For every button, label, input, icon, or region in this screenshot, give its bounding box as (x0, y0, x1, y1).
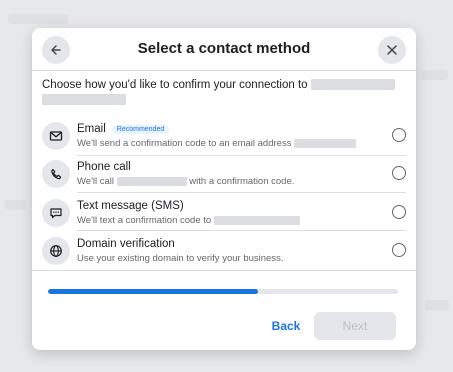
prompt-text: Choose how you'd like to confirm your co… (42, 79, 308, 91)
close-button[interactable] (378, 36, 406, 64)
footer-divider (32, 270, 416, 271)
close-icon (387, 45, 397, 55)
option-domain-verification[interactable]: Domain verification Use your existing do… (42, 235, 406, 273)
next-button[interactable]: Next (314, 312, 396, 340)
header-divider (32, 70, 416, 71)
option-description: We'll send a confirmation code to an ema… (77, 138, 357, 149)
option-title: Email Recommended (77, 123, 170, 135)
radio-phone-call[interactable] (392, 166, 406, 180)
background-placeholder (8, 14, 68, 24)
redacted-text (116, 176, 187, 186)
redacted-text (310, 79, 395, 91)
globe-icon (42, 237, 70, 265)
dialog-prompt: Choose how you'd like to confirm your co… (42, 78, 402, 108)
option-divider (77, 192, 406, 193)
radio-domain-verification[interactable] (392, 243, 406, 257)
option-description: We'll text a confirmation code to (77, 215, 300, 226)
back-button[interactable]: Back (268, 316, 304, 336)
background-placeholder (425, 300, 449, 310)
phone-icon (42, 160, 70, 188)
envelope-icon (42, 122, 70, 150)
option-divider (77, 230, 406, 231)
option-description: Use your existing domain to verify your … (77, 253, 284, 264)
option-title: Domain verification (77, 238, 175, 250)
background-placeholder (4, 200, 26, 210)
option-title: Phone call (77, 161, 131, 173)
redacted-text (213, 215, 300, 225)
option-email[interactable]: Email Recommended We'll send a confirmati… (42, 120, 406, 158)
dialog-title: Select a contact method (137, 40, 311, 57)
radio-email[interactable] (392, 128, 406, 142)
redacted-text (42, 94, 126, 106)
redacted-text (294, 138, 357, 148)
chat-icon (42, 199, 70, 227)
option-title: Text message (SMS) (77, 200, 184, 212)
option-phone-call[interactable]: Phone call We'll call with a confirmatio… (42, 158, 406, 196)
dialog-header: Select a contact method (32, 28, 416, 70)
recommended-badge: Recommended (111, 125, 170, 134)
background-placeholder (420, 70, 448, 80)
radio-text-message[interactable] (392, 205, 406, 219)
option-description: We'll call with a confirmation code. (77, 176, 295, 187)
progress-fill (48, 289, 258, 294)
option-divider (77, 155, 406, 156)
contact-method-dialog: Select a contact method Choose how you'd… (32, 28, 416, 350)
progress-bar (48, 289, 398, 294)
